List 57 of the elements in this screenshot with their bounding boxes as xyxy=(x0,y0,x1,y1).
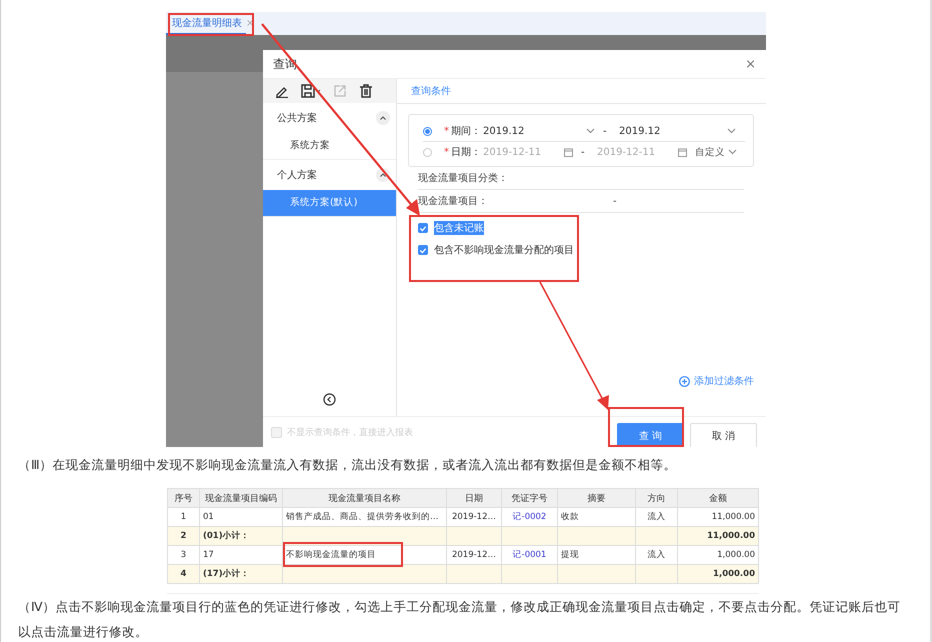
radio-button[interactable] xyxy=(423,126,432,136)
required-mark: * xyxy=(444,126,449,136)
field-label: 现金流量项目分类： xyxy=(418,172,509,185)
calendar-icon[interactable] xyxy=(678,148,687,156)
mode-select[interactable]: 自定义 xyxy=(695,146,738,158)
paragraph: （Ⅲ）在现金流量明细中发现不影响现金流量流入有数据，流出没有数据，或者流入流出都有数据但是金额不相等。 xyxy=(18,456,678,474)
voucher-link[interactable]: 记-0002 xyxy=(512,512,546,522)
field-value[interactable]: - xyxy=(613,196,617,206)
column-header: 摘要 xyxy=(558,488,636,508)
conditions-tab[interactable]: 查询条件 xyxy=(411,84,451,98)
checkbox[interactable] xyxy=(418,223,428,233)
chevron-icon[interactable] xyxy=(376,111,390,125)
voucher-link[interactable]: 记-0001 xyxy=(512,550,546,560)
range-label: 日期： xyxy=(451,146,482,159)
column-header: 凭证字号 xyxy=(502,488,558,508)
radio-button[interactable] xyxy=(423,148,432,156)
table-cell: 1,000.00 xyxy=(678,564,758,584)
option-label: 包含未记账 xyxy=(434,221,484,235)
column-header: 金额 xyxy=(678,488,758,508)
field-label: 现金流量项目： xyxy=(418,194,489,208)
date-field[interactable]: 2019-12-11 xyxy=(483,146,581,158)
chevron-icon[interactable] xyxy=(376,168,390,182)
chevron-down-icon[interactable] xyxy=(727,128,736,134)
scheme-item[interactable]: 系统方案(默认) xyxy=(263,190,396,216)
cancel-button[interactable]: 取 消 xyxy=(690,423,757,447)
table-cell: 4 xyxy=(168,564,200,584)
table-cell: 2 xyxy=(168,526,200,546)
date-field[interactable]: 2019-12-11 xyxy=(597,146,695,158)
column-header: 日期 xyxy=(446,488,502,508)
period-select[interactable]: 2019.12 xyxy=(619,126,744,136)
paragraph: （Ⅳ）点击不影响现金流量项目行的蓝色的凭证进行修改，勾选上手工分配现金流量，修改成正确现金流量项目点击确定，不要点击分配。凭证记账后也可以点击流量进行修改。 xyxy=(18,598,902,641)
scheme-group-title: 个人方案 xyxy=(277,168,317,182)
column-header: 现金流量项目编码 xyxy=(200,488,282,508)
required-mark: * xyxy=(444,146,449,158)
add-filter-link[interactable]: 添加过滤条件 xyxy=(679,374,754,388)
close-icon[interactable]: × xyxy=(745,56,756,72)
column-header: 方向 xyxy=(636,488,678,508)
range-separator: - xyxy=(603,126,608,136)
column-header: 现金流量项目名称 xyxy=(282,488,446,508)
table-cell: 11,000.00 xyxy=(678,526,758,546)
save-icon[interactable] xyxy=(301,84,321,98)
checkbox[interactable] xyxy=(418,245,428,255)
range-separator: - xyxy=(581,146,586,158)
range-label: 期间： xyxy=(451,124,482,138)
table-cell: (17)小计： xyxy=(200,564,282,584)
trash-icon[interactable] xyxy=(359,84,373,98)
chevron-down-icon[interactable] xyxy=(728,148,738,154)
chevron-down-icon[interactable] xyxy=(586,128,595,134)
scheme-group-title: 公共方案 xyxy=(277,112,317,125)
collapse-icon[interactable] xyxy=(323,393,336,406)
add-icon xyxy=(679,376,690,386)
option-label: 包含不影响现金流量分配的项目 xyxy=(434,244,574,257)
scheme-item[interactable]: 系统方案 xyxy=(263,133,396,159)
calendar-icon[interactable] xyxy=(564,148,573,156)
column-header: 序号 xyxy=(168,488,200,508)
table-cell: (01)小计： xyxy=(200,526,282,546)
period-select[interactable]: 2019.12 xyxy=(483,126,603,136)
